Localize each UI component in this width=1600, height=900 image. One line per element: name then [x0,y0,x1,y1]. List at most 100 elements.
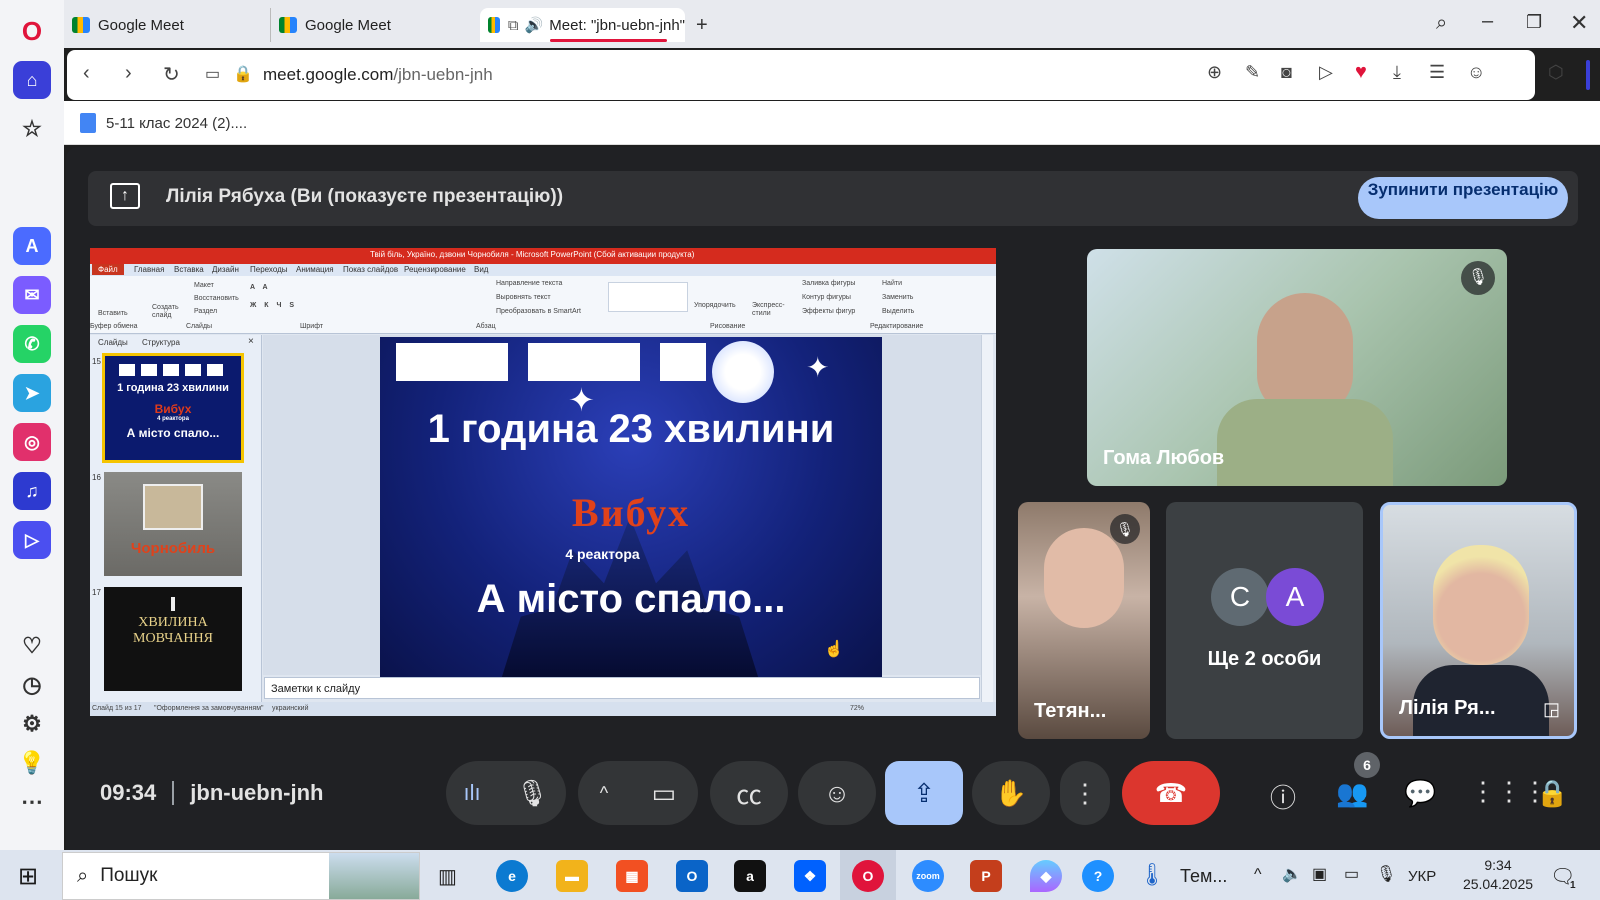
ppt-cmd-find[interactable]: Найти [882,280,902,287]
meeting-details-icon[interactable]: ⓘ [1270,778,1296,815]
ppt-cmd-select[interactable]: Выделить [882,308,914,315]
reactions-button[interactable]: ☺ [798,761,876,825]
ppt-cmd-shape-outline[interactable]: Контур фигуры [802,294,851,301]
download-icon[interactable]: ⤓ [1393,62,1401,83]
pin-icon[interactable]: ◲ [1543,699,1560,720]
taskbar-search[interactable]: ⌕ Пошук [62,852,420,900]
more-icon[interactable]: ⋯ [13,783,51,821]
ppt-cmd-align-text[interactable]: Выровнять текст [496,294,551,301]
volume-icon[interactable]: 🔈 [1282,864,1302,884]
send-icon[interactable]: ▷ [1319,62,1333,83]
whatsapp-icon[interactable]: ✆ [13,325,51,363]
ppt-cmd-shape-effects[interactable]: Эффекты фигур [802,308,855,315]
forward-icon[interactable]: › [125,62,132,85]
people-icon[interactable]: 👥 [1336,778,1368,809]
tab-meet-2[interactable]: Google Meet [270,8,475,42]
ppt-format-controls[interactable]: Ж К Ч S [250,302,297,309]
store-icon[interactable]: ▦ [616,860,648,892]
ppt-tab-animation[interactable]: Анимация [296,265,334,274]
ppt-cmd-new-slide[interactable]: Создать слайд [152,304,182,320]
paint-icon[interactable]: ◆ [1030,860,1062,892]
thumbnail-slide-17[interactable]: ХВИЛИНА МОВЧАННЯ [104,587,242,691]
picture-in-picture-icon[interactable]: ⧉ [508,17,519,34]
captions-button[interactable]: ㏄ [710,761,788,825]
messenger-icon[interactable]: ✉ [13,276,51,314]
ppt-cmd-smartart[interactable]: Преобразовать в SmartArt [496,308,581,315]
edit-icon[interactable]: ✎ [1245,62,1260,83]
ppt-tab-transitions[interactable]: Переходы [250,265,288,274]
battery-icon[interactable]: ▭ [1344,864,1359,884]
ppt-cmd-quick-styles[interactable]: Экспресс-стили [752,302,792,318]
instagram-icon[interactable]: ◎ [13,423,51,461]
task-view-icon[interactable]: ▥ [438,864,457,889]
windows-start-icon[interactable]: ⊞ [18,862,38,891]
thumbnail-slide-16[interactable]: Чорнобиль [104,472,242,576]
tab-meet-1[interactable]: Google Meet [64,8,269,42]
close-window-icon[interactable]: ✕ [1570,10,1588,36]
chevron-up-icon[interactable]: ^ [600,783,608,804]
thermometer-icon[interactable]: 🌡 [1138,862,1166,888]
search-tabs-icon[interactable]: ⌕ [1436,12,1447,35]
amazon-icon[interactable]: a [734,860,766,892]
stop-presenting-button[interactable]: Зупинити презентацію [1358,177,1568,219]
weather-label[interactable]: Тем... [1180,866,1227,887]
camera-icon[interactable]: ▭ [652,778,677,809]
url-field[interactable]: meet.google.com/jbn-uebn-jnh [263,65,493,85]
tips-icon[interactable]: 💡 [13,744,51,782]
edge-icon[interactable]: e [496,860,528,892]
aria-icon[interactable]: A [13,227,51,265]
more-participants-tile[interactable]: C A Ще 2 особи [1166,502,1363,739]
minimize-icon[interactable]: – [1482,10,1493,33]
new-tab-icon[interactable]: + [696,14,708,37]
telegram-icon[interactable]: ➤ [13,374,51,412]
restore-icon[interactable]: ❐ [1526,12,1542,33]
tab-meet-active[interactable]: ⧉ 🔊 Meet: "jbn-uebn-jnh" [480,8,685,42]
ppt-current-slide[interactable]: ✦ ✦ 1 година 23 хвилини Вибух 4 реактора… [380,337,882,683]
ppt-cmd-replace[interactable]: Заменить [882,294,913,301]
speaker-icon[interactable]: 🔊 [525,16,544,34]
ppt-tab-design[interactable]: Дизайн [212,265,239,274]
ppt-cmd-layout[interactable]: Макет [194,282,214,289]
zoom-icon[interactable]: ⊕ [1207,62,1222,83]
back-icon[interactable]: ‹ [83,62,90,85]
ppt-panel-tab-outline[interactable]: Структура [142,338,180,347]
leave-call-button[interactable]: ☎ [1122,761,1220,825]
ppt-cmd-paste[interactable]: Вставить [98,310,128,317]
ppt-tab-home[interactable]: Главная [134,265,164,274]
profile-icon[interactable]: ☺ [1467,62,1485,83]
network-icon[interactable]: ▣ [1312,864,1327,884]
ppt-cmd-shape-fill[interactable]: Заливка фигуры [802,280,855,287]
self-view-tile[interactable]: Лілія Ря... ◲ [1380,502,1577,739]
ppt-status-zoom[interactable]: 72% [850,705,864,712]
ppt-tab-file[interactable]: Файл [92,264,124,275]
reload-icon[interactable]: ↻ [163,62,180,87]
clock[interactable]: 9:34 25.04.2025 [1452,856,1544,894]
ppt-tab-review[interactable]: Рецензирование [404,265,466,274]
ppt-font-controls[interactable]: A A [250,284,271,291]
participant-tile[interactable]: 🎙 Тетян... [1018,502,1150,739]
participant-tile[interactable]: 🎙 Гома Любов [1087,249,1507,486]
file-explorer-icon[interactable]: ▬ [556,860,588,892]
raise-hand-button[interactable]: ✋ [972,761,1050,825]
thumbnail-slide-15[interactable]: 1 година 23 хвилини Вибух 4 реактора А м… [102,353,244,463]
ppt-cmd-section[interactable]: Раздел [194,308,217,315]
chat-icon[interactable]: 💬 [1404,778,1436,809]
lock-icon[interactable]: 🔒 [233,64,253,84]
ppt-tab-view[interactable]: Вид [474,265,488,274]
history-icon[interactable]: ◷ [13,666,51,704]
ppt-shapes-gallery[interactable] [608,282,688,312]
powerpoint-icon[interactable]: P [970,860,1002,892]
settings-icon[interactable]: ⚙ [13,705,51,743]
dropbox-icon[interactable]: ❖ [794,860,826,892]
extensions-icon[interactable]: ⬡ [1548,62,1564,83]
heart-icon[interactable]: ♡ [13,627,51,665]
camera-permission-icon[interactable]: ▭ [205,64,220,84]
ppt-panel-close-icon[interactable]: × [248,336,254,347]
easy-setup-icon[interactable]: ☰ [1429,62,1445,83]
star-icon[interactable]: ☆ [13,110,51,148]
bookmark-item[interactable]: 5-11 клас 2024 (2).... [80,113,247,133]
microphone-icon[interactable]: 🎙 [516,778,549,809]
ppt-tab-insert[interactable]: Вставка [174,265,204,274]
input-language[interactable]: УКР [1408,868,1436,885]
zoom-app-icon[interactable]: zoom [912,860,944,892]
